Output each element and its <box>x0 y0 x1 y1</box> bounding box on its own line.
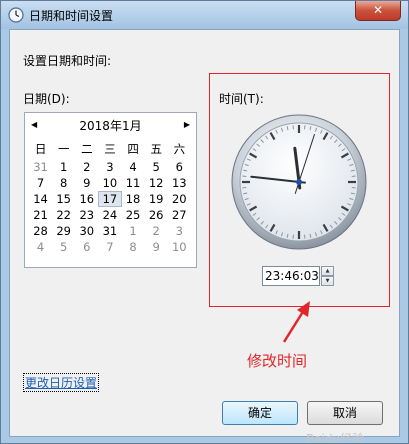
calendar-day[interactable]: 25 <box>122 207 145 223</box>
prompt-label: 设置日期和时间: <box>23 54 112 68</box>
calendar-day[interactable]: 3 <box>168 223 191 239</box>
calendar-day[interactable]: 27 <box>168 207 191 223</box>
calendar-day[interactable]: 2 <box>75 159 98 175</box>
calendar-day[interactable]: 13 <box>168 175 191 191</box>
calendar-week-row: 28 29 30 31 1 2 3 <box>29 223 191 239</box>
calendar-day[interactable]: 21 <box>29 207 52 223</box>
calendar-week-row: 4 5 6 7 8 9 10 <box>29 239 191 255</box>
calendar-days: 31 1 2 3 4 5 6 7 8 9 10 11 12 13 14 15 16 17 18 19 20 21 22 23 2… <box>29 159 191 255</box>
calendar-day[interactable]: 15 <box>52 191 75 207</box>
time-spinner[interactable]: ▲ ▼ <box>321 266 334 286</box>
calendar-week-row: 31 1 2 3 4 5 6 <box>29 159 191 175</box>
calendar-day[interactable]: 31 <box>29 159 52 175</box>
annotation-arrow <box>282 301 310 343</box>
calendar-day[interactable]: 31 <box>98 223 121 239</box>
weekday-label: 日 <box>34 142 47 156</box>
calendar-day[interactable]: 19 <box>145 191 168 207</box>
calendar-day[interactable]: 12 <box>145 175 168 191</box>
calendar-week-row: 14 15 16 17 18 19 20 <box>29 191 191 207</box>
weekday-label: 五 <box>150 142 162 156</box>
calendar-day[interactable]: 11 <box>122 175 145 191</box>
calendar-day[interactable]: 9 <box>75 175 98 191</box>
date-label: 日期(D): <box>23 92 70 106</box>
calendar-day[interactable]: 18 <box>122 191 145 207</box>
weekday-label: 六 <box>173 142 186 156</box>
calendar-day[interactable]: 28 <box>29 223 52 239</box>
time-input[interactable]: 23:46:03 <box>262 266 320 286</box>
calendar-month-title[interactable]: 2018年1月 <box>25 117 196 134</box>
calendar-day[interactable]: 6 <box>168 159 191 175</box>
cancel-button[interactable]: 取消 <box>307 401 383 425</box>
calendar-day[interactable]: 3 <box>98 159 121 175</box>
calendar-day[interactable]: 24 <box>98 207 121 223</box>
dialog-body: 设置日期和时间: 日期(D): 时间(T): ◀ 2018年1月 ▶ 日一二三四… <box>9 29 400 443</box>
analog-clock <box>231 114 367 250</box>
annotation-text: 修改时间 <box>247 352 308 370</box>
calendar-day[interactable]: 9 <box>145 239 168 255</box>
calendar-day[interactable]: 16 <box>75 191 98 207</box>
calendar-day[interactable]: 4 <box>122 159 145 175</box>
watermark: Baidu经验 <box>306 432 365 444</box>
ok-button[interactable]: 确定 <box>222 401 298 425</box>
next-month-icon[interactable]: ▶ <box>184 120 190 129</box>
calendar-day[interactable]: 26 <box>145 207 168 223</box>
calendar-day[interactable]: 10 <box>98 175 121 191</box>
calendar-day[interactable]: 5 <box>52 239 75 255</box>
weekday-header: 日一二三四五六 <box>29 141 191 157</box>
calendar-day[interactable]: 20 <box>168 191 191 207</box>
weekday-label: 一 <box>57 142 70 156</box>
calendar-day[interactable]: 1 <box>122 223 145 239</box>
calendar-day[interactable]: 29 <box>52 223 75 239</box>
weekday-label: 三 <box>104 142 116 156</box>
calendar-day[interactable]: 23 <box>75 207 98 223</box>
calendar-day[interactable]: 7 <box>98 239 121 255</box>
calendar-day[interactable]: 1 <box>52 159 75 175</box>
calendar-day[interactable]: 10 <box>168 239 191 255</box>
window-title: 日期和时间设置 <box>29 9 114 23</box>
spin-up-icon[interactable]: ▲ <box>321 266 334 276</box>
calendar-day[interactable]: 22 <box>52 207 75 223</box>
calendar[interactable]: ◀ 2018年1月 ▶ 日一二三四五六 31 1 2 3 4 5 6 7 8 9 10 11 12 13 1… <box>24 112 197 268</box>
calendar-week-row: 21 22 23 24 25 26 27 <box>29 207 191 223</box>
calendar-week-row: 7 8 9 10 11 12 13 <box>29 175 191 191</box>
calendar-day[interactable]: 2 <box>145 223 168 239</box>
title-bar[interactable]: 日期和时间设置 ✕ <box>1 1 408 29</box>
calendar-day[interactable]: 5 <box>145 159 168 175</box>
calendar-day[interactable]: 6 <box>75 239 98 255</box>
calendar-day-selected[interactable]: 17 <box>98 191 122 207</box>
clock-icon <box>8 7 24 23</box>
change-calendar-settings-link[interactable]: 更改日历设置 <box>23 373 100 392</box>
calendar-day[interactable]: 4 <box>29 239 52 255</box>
close-button[interactable]: ✕ <box>355 1 401 21</box>
calendar-day[interactable]: 30 <box>75 223 98 239</box>
weekday-label: 四 <box>127 142 139 156</box>
weekday-label: 二 <box>81 142 93 156</box>
dialog-window: 日期和时间设置 ✕ 设置日期和时间: 日期(D): 时间(T): ◀ 2018年… <box>0 0 409 444</box>
spin-down-icon[interactable]: ▼ <box>321 276 334 286</box>
calendar-day[interactable]: 7 <box>29 175 52 191</box>
calendar-day[interactable]: 8 <box>122 239 145 255</box>
calendar-day[interactable]: 8 <box>52 175 75 191</box>
calendar-day[interactable]: 14 <box>29 191 52 207</box>
